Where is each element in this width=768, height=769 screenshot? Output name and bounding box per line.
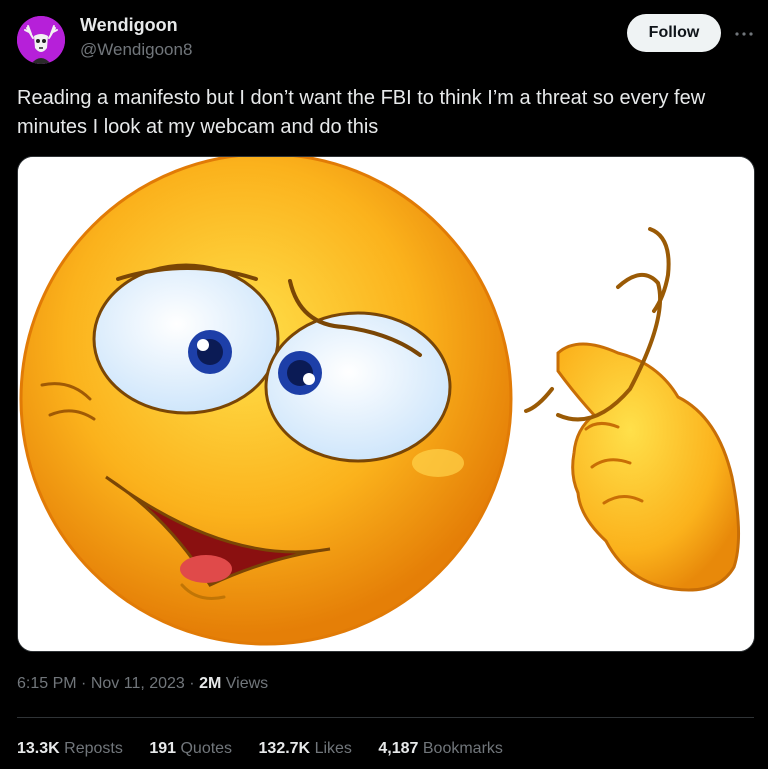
tweet-date[interactable]: Nov 11, 2023	[91, 675, 185, 692]
follow-button[interactable]: Follow	[627, 14, 721, 52]
likes-stat[interactable]: 132.7K Likes	[259, 738, 352, 760]
bookmarks-label: Bookmarks	[422, 740, 503, 757]
author-names: Wendigoon @Wendigoon8	[80, 14, 192, 61]
tweet-card: Wendigoon @Wendigoon8 Follow Reading a m…	[0, 0, 768, 769]
reposts-count: 13.3K	[17, 740, 60, 757]
views-label: Views	[225, 675, 269, 692]
reposts-stat[interactable]: 13.3K Reposts	[17, 738, 123, 760]
quotes-stat[interactable]: 191 Quotes	[149, 738, 232, 760]
more-options-button[interactable]	[732, 22, 756, 46]
meta-separator: ·	[81, 675, 87, 692]
engagement-stats: 13.3K Reposts 191 Quotes 132.7K Likes 4,…	[17, 738, 525, 760]
author-handle[interactable]: @Wendigoon8	[80, 39, 192, 61]
author-avatar[interactable]	[17, 16, 65, 64]
tweet-meta: 6:15 PM · Nov 11, 2023 · 2M Views	[17, 673, 268, 695]
quotes-label: Quotes	[180, 740, 233, 757]
author-display-name[interactable]: Wendigoon	[80, 14, 192, 36]
tweet-media[interactable]	[17, 156, 755, 652]
crazy-emoji-image	[18, 157, 754, 651]
meta-separator: ·	[189, 675, 195, 692]
tweet-text: Reading a manifesto but I don’t want the…	[17, 87, 706, 138]
divider	[17, 717, 754, 718]
bookmarks-stat[interactable]: 4,187 Bookmarks	[378, 738, 503, 760]
likes-count: 132.7K	[258, 740, 311, 757]
likes-label: Likes	[314, 740, 352, 757]
quotes-count: 191	[149, 740, 177, 757]
tweet-time[interactable]: 6:15 PM	[17, 675, 77, 692]
reposts-label: Reposts	[64, 740, 123, 757]
ellipsis-icon	[735, 32, 753, 36]
bookmarks-count: 4,187	[378, 740, 419, 757]
views-count: 2M	[199, 675, 222, 692]
wendigo-skull-icon	[17, 16, 65, 64]
